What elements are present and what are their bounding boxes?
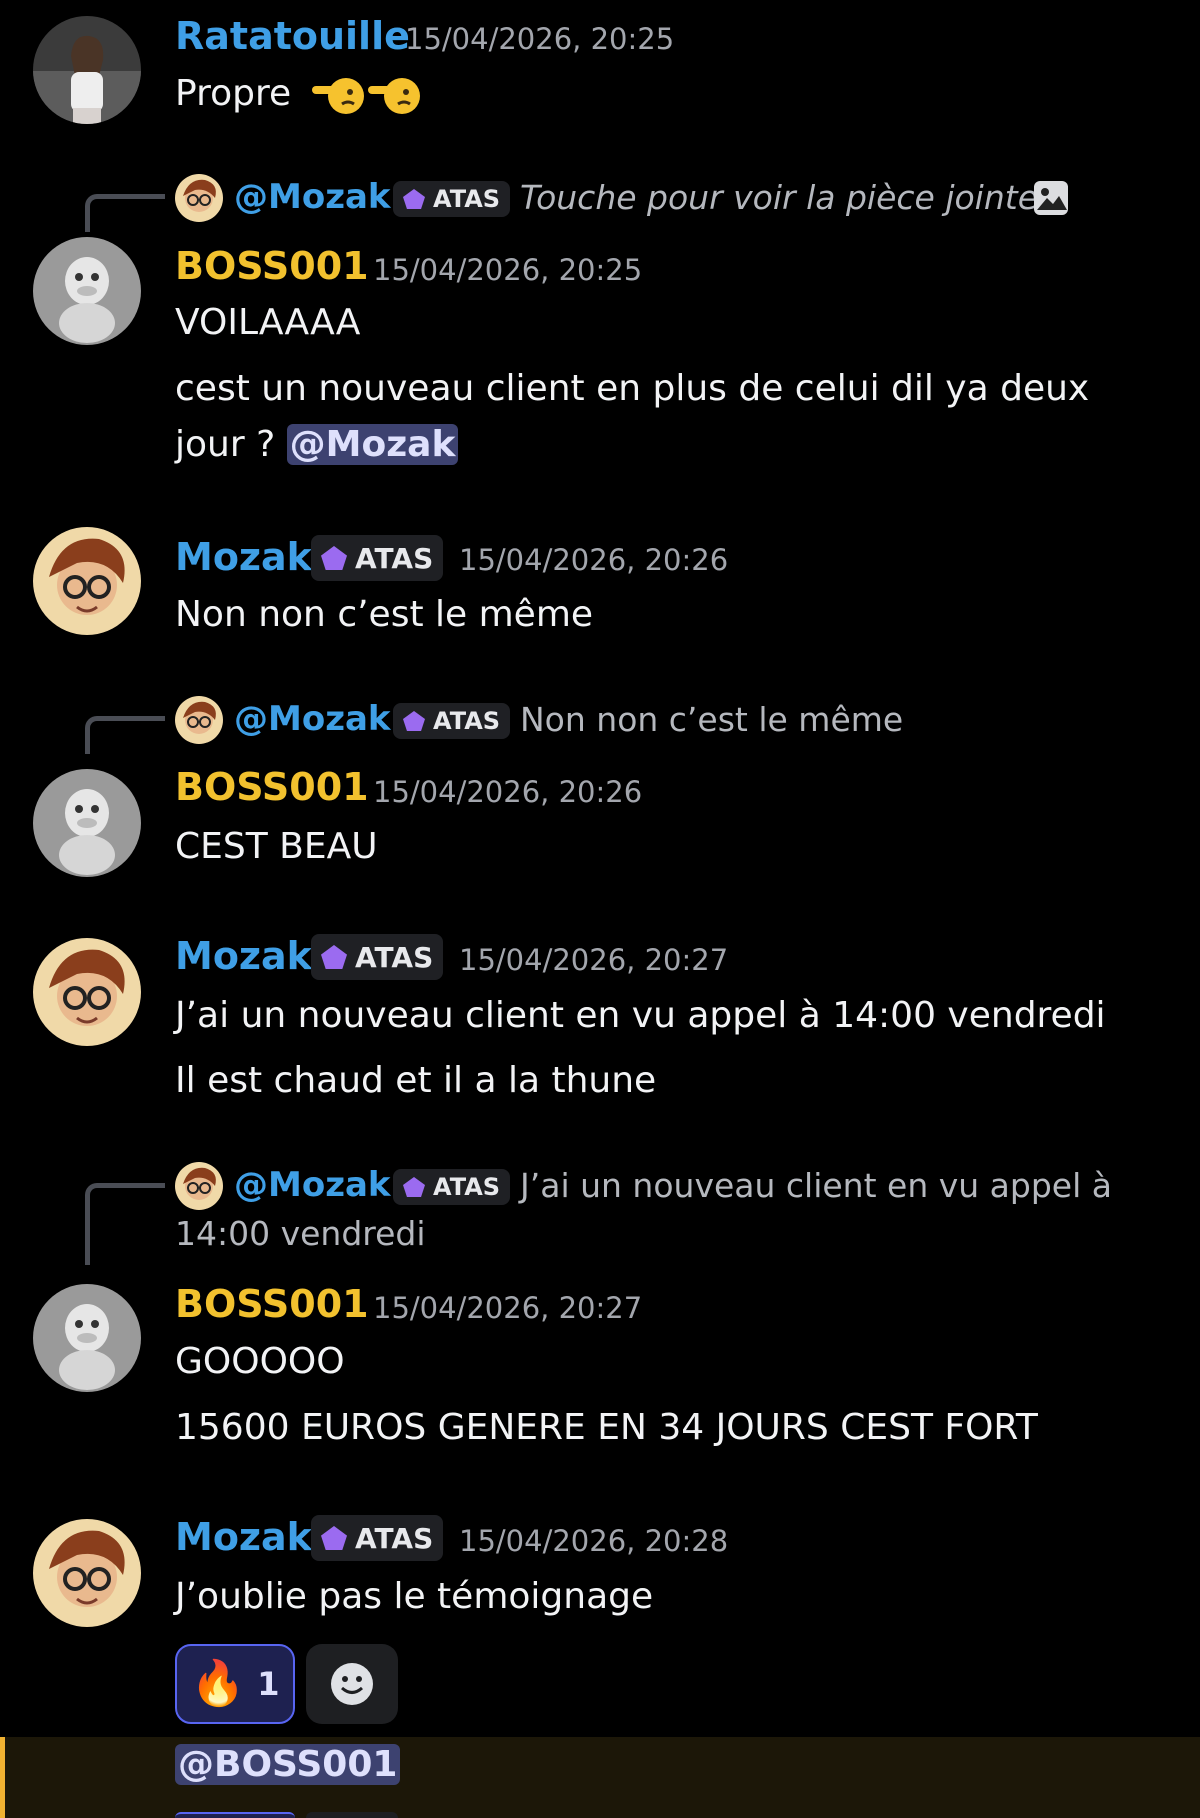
add-reaction-icon [331,1663,373,1705]
role-tag: ATAS [393,703,511,739]
timestamp: 15/04/2026, 20:28 [459,1524,729,1558]
timestamp: 15/04/2026, 20:26 [373,775,643,809]
reply-preview[interactable]: J’ai un nouveau client en vu appel à [520,1166,1112,1205]
timestamp: 15/04/2026, 20:26 [459,543,729,577]
reply-connector [85,1183,165,1265]
role-label: ATAS [355,541,434,575]
timestamp: 15/04/2026, 20:27 [459,943,729,977]
fire-emoji-icon: 🔥 [190,1658,246,1709]
message-line: jour ? [175,424,287,465]
timestamp: 15/04/2026, 20:25 [405,22,675,56]
message-line: J’oublie pas le témoignage [175,1576,654,1617]
role-label: ATAS [355,940,434,974]
author-name[interactable]: Ratatouille [175,14,410,58]
author-name[interactable]: Mozak [175,1515,312,1559]
message-line: cest un nouveau client en plus de celui … [175,368,1090,409]
role-gem-icon [403,1177,425,1197]
user-mention[interactable]: @Mozak [286,424,459,465]
reply-preview-continued[interactable]: 14:00 vendredi [175,1214,426,1253]
timestamp: 15/04/2026, 20:25 [373,253,643,287]
role-tag: ATAS [311,535,444,581]
reaction-count: 1 [257,1665,280,1703]
avatar-boss001[interactable] [33,237,141,345]
message-text: Propre [175,73,291,115]
role-label: ATAS [433,707,501,735]
role-label: ATAS [433,1173,501,1201]
role-gem-icon [403,711,425,731]
role-tag: ATAS [393,1169,511,1205]
role-label: ATAS [355,1521,434,1555]
role-gem-icon [321,945,347,969]
role-gem-icon [321,1526,347,1550]
role-tag: ATAS [393,181,511,217]
role-gem-icon [321,546,347,570]
role-tag: ATAS [311,1515,444,1561]
message-line: J’ai un nouveau client en vu appel à 14:… [175,995,1106,1036]
user-mention[interactable]: @BOSS001 [175,1744,401,1785]
avatar-mozak[interactable] [33,1519,141,1627]
role-gem-icon [403,189,425,209]
message-line: Propre [175,73,292,114]
message-line: CEST BEAU [175,826,378,867]
message-line-with-mention: @BOSS001 [175,1744,401,1786]
message-line: VOILAAAA [175,302,361,343]
message-line: GOOOOO [175,1341,345,1382]
reply-preview-text: Touche pour voir la pièce jointe [520,178,1039,217]
author-name[interactable]: BOSS001 [175,765,369,809]
avatar-mozak[interactable] [33,938,141,1046]
reply-avatar-mozak[interactable] [175,1162,223,1210]
reply-preview[interactable]: Non non c’est le même [520,700,903,739]
reaction-fire[interactable]: 🔥 1 [175,1644,295,1724]
timestamp: 15/04/2026, 20:27 [373,1291,643,1325]
message-line: 15600 EUROS GENERE EN 34 JOURS CEST FORT [175,1407,1038,1448]
author-name[interactable]: BOSS001 [175,1282,369,1326]
avatar-mozak[interactable] [33,527,141,635]
reply-connector [85,194,165,232]
avatar-ratatouille[interactable] [33,16,141,124]
avatar-boss001[interactable] [33,1284,141,1392]
reaction-peek [175,1812,295,1818]
message-line: Non non c’est le même [175,594,594,635]
message-line: Il est chaud et il a la thune [175,1060,657,1101]
add-reaction-button[interactable] [306,1644,398,1724]
reply-author[interactable]: @Mozak [234,1165,391,1205]
author-name[interactable]: Mozak [175,535,312,579]
avatar-boss001[interactable] [33,769,141,877]
author-name[interactable]: BOSS001 [175,244,369,288]
pointing-hand-emoji-icon [368,78,420,114]
reply-avatar-mozak[interactable] [175,696,223,744]
reply-connector [85,716,165,754]
mention-highlight-bar [0,1737,5,1818]
reply-author[interactable]: @Mozak [234,699,391,739]
pointing-hand-emoji-icon [312,78,364,114]
message-line-with-mention: jour ? @Mozak [175,424,459,466]
reply-avatar-mozak[interactable] [175,174,223,222]
role-tag: ATAS [311,934,444,980]
reply-preview[interactable]: Touche pour voir la pièce jointe [520,178,1038,217]
reply-author[interactable]: @Mozak [234,177,391,217]
role-label: ATAS [433,185,501,213]
reaction-peek [306,1812,398,1818]
image-icon [1034,181,1068,215]
author-name[interactable]: Mozak [175,934,312,978]
